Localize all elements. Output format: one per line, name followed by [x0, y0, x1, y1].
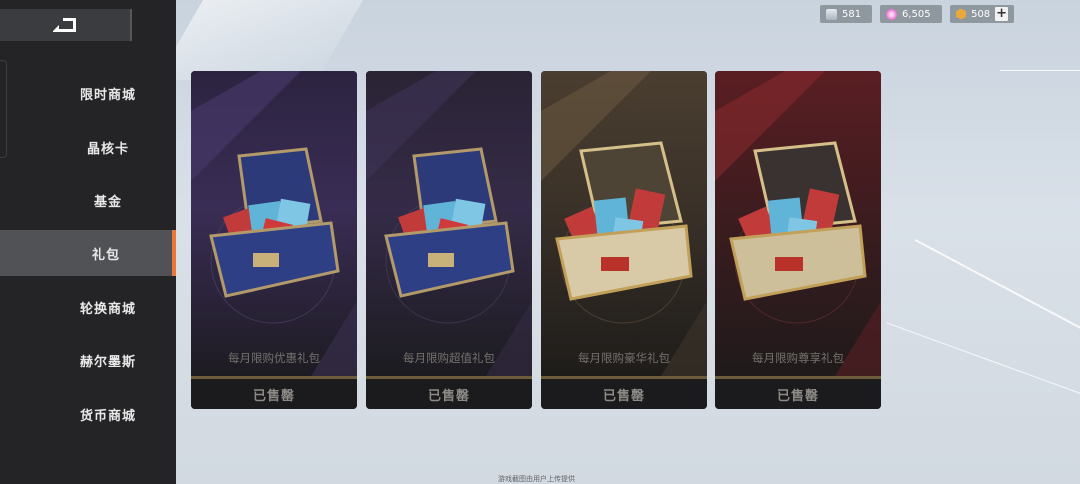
add-currency-button[interactable]: + [995, 7, 1008, 21]
sidebar-item-packs[interactable]: 礼包 [0, 230, 176, 276]
sidebar-item-label: 礼包 [91, 247, 120, 263]
crystal-stack-icon [826, 8, 837, 20]
sidebar-item-label: 晶核卡 [86, 141, 129, 157]
bg-light-streak [156, 0, 364, 80]
sidebar-item-label: 限时商城 [79, 87, 136, 103]
sidebar-item-label: 赫尔墨斯 [79, 354, 136, 370]
sidebar-item-label: 轮换商城 [79, 301, 136, 317]
sidebar-item-label: 基金 [93, 194, 122, 210]
pack-name: 每月限购超值礼包 [403, 351, 495, 365]
bg-line [886, 322, 1080, 399]
pack-card[interactable]: 每月限购超值礼包 已售罄 [366, 71, 532, 409]
bg-line [1000, 70, 1080, 71]
currency-crystal[interactable]: 581 [820, 5, 872, 23]
sidebar-item-label: 货币商城 [79, 408, 136, 424]
pack-chest-image [715, 71, 881, 376]
pack-card[interactable]: 每月限购优惠礼包 已售罄 [191, 71, 357, 409]
pack-name: 每月限购尊享礼包 [752, 351, 844, 365]
sold-out-status: 已售罄 [541, 379, 707, 409]
pack-card[interactable]: 每月限购豪华礼包 已售罄 [541, 71, 707, 409]
gold-hexagon-icon [956, 8, 967, 20]
currency-gold[interactable]: 508 + [950, 5, 1014, 23]
sold-out-status: 已售罄 [715, 379, 881, 409]
pack-card[interactable]: 每月限购尊享礼包 已售罄 [715, 71, 881, 409]
bg-line [914, 239, 1080, 363]
currency-value: 508 [971, 8, 991, 20]
sidebar-item-rotation-shop[interactable]: 轮换商城 [0, 284, 176, 330]
sidebar-item-hermes[interactable]: 赫尔墨斯 [0, 337, 176, 383]
pack-chest-image [541, 71, 707, 376]
currency-value: 6,505 [902, 8, 931, 20]
pack-chest-image [191, 71, 357, 376]
back-arrow-icon [53, 18, 76, 32]
footer-notice: 游戏截图由用户上传提供 [498, 475, 575, 483]
sidebar-item-currency-shop[interactable]: 货币商城 [0, 391, 176, 437]
sidebar-item-crystal-card[interactable]: 晶核卡 [0, 124, 176, 170]
pack-chest-image [366, 71, 532, 376]
sidebar-item-fund[interactable]: 基金 [0, 177, 176, 223]
back-button[interactable] [0, 9, 132, 41]
sidebar-item-limited-shop[interactable]: 限时商城 [0, 70, 176, 116]
pink-orb-icon [886, 8, 897, 20]
pack-name: 每月限购优惠礼包 [228, 351, 320, 365]
pack-name: 每月限购豪华礼包 [578, 351, 670, 365]
currency-orb[interactable]: 6,505 [880, 5, 942, 23]
sold-out-status: 已售罄 [366, 379, 532, 409]
sidebar: 限时商城 晶核卡 基金 礼包 轮换商城 赫尔墨斯 货币商城 [0, 0, 176, 484]
currency-value: 581 [842, 8, 862, 20]
sold-out-status: 已售罄 [191, 379, 357, 409]
